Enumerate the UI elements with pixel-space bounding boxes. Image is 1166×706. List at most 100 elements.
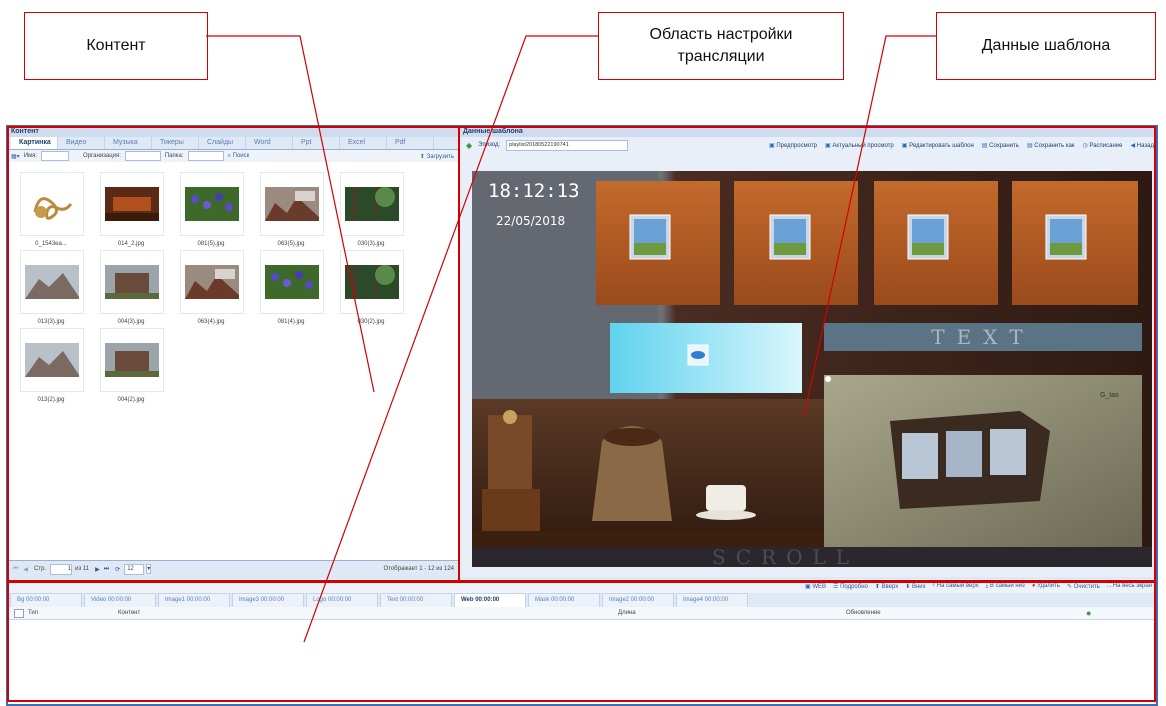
template-action-0[interactable]: ▣ Предпросмотр (769, 142, 817, 149)
text-slot[interactable]: TEXT (824, 323, 1142, 351)
thumbnail-image (100, 328, 164, 392)
select-all-checkbox[interactable] (14, 609, 24, 618)
thumbnail[interactable]: 063(5).jpg (260, 172, 324, 247)
content-tab-1[interactable]: Видео (58, 137, 105, 149)
image-slot-4[interactable] (1012, 181, 1138, 305)
per-page-select[interactable]: 12 (124, 563, 145, 575)
region-tab-0[interactable]: Bg 00:00:00 (10, 593, 82, 607)
per-page-chevron-icon[interactable]: ▾ (146, 564, 152, 574)
template-action-4[interactable]: ▤ Сохранить как (1027, 142, 1075, 149)
col-content[interactable]: Контент (118, 607, 618, 619)
video-slot[interactable] (472, 399, 824, 567)
page-of-label: из 11 (75, 566, 90, 572)
content-tab-6[interactable]: Ppt (293, 137, 340, 149)
scroll-slot[interactable]: SCROLL (472, 545, 1152, 567)
region-tab-8[interactable]: Image2 00:00:00 (602, 593, 674, 607)
thumbnail[interactable]: 081(4).jpg (260, 250, 324, 325)
app-window: Контент Картинка Видео Музыка Тикеры Слайды W… (6, 125, 1158, 706)
thumbnail[interactable]: 0_1543ea... (20, 172, 84, 247)
bottom-action-label: Подробно (840, 583, 868, 590)
org-input[interactable] (124, 151, 161, 161)
add-row-icon[interactable]: ● (1086, 607, 1091, 619)
grid-view-icon[interactable]: ▦▾ (11, 153, 20, 160)
content-tab-4[interactable]: Слайды (199, 137, 246, 149)
alias-input[interactable]: playlist20180522190741 (506, 139, 629, 151)
thumbnail[interactable]: 013(3).jpg (20, 250, 84, 325)
thumbnail[interactable]: 030(2).jpg (340, 250, 404, 325)
add-icon[interactable]: ◆ (466, 141, 472, 150)
refresh-icon[interactable]: ⟳ (115, 566, 120, 573)
content-filter-bar: ▦▾ Имя: Организация: Папка: ⌕ Поиск ⬆ За… (8, 150, 458, 162)
template-action-1[interactable]: ▣ Актуальный просмотр (825, 142, 894, 149)
bottom-action-1[interactable]: ☰ Подробно (833, 583, 868, 590)
image-slot-1[interactable] (596, 181, 720, 305)
bottom-action-icon: ☰ (833, 583, 839, 590)
bottom-action-6[interactable]: ● Удалить (1032, 583, 1060, 589)
region-tab-7[interactable]: Mask 00:00:00 (528, 593, 600, 607)
col-updated[interactable]: Обновление (846, 607, 1086, 619)
thumbnail-image (340, 250, 404, 314)
template-action-6[interactable]: ◀ Назад (1131, 142, 1155, 149)
region-tab-3[interactable]: Image3 00:00:00 (232, 593, 304, 607)
upload-button[interactable]: ⬆ Загрузить (420, 153, 458, 160)
thumbnail[interactable]: 030(3).jpg (340, 172, 404, 247)
col-type[interactable]: Тип (28, 607, 118, 619)
content-tab-8[interactable]: Pdf (387, 137, 434, 149)
thumbnail-name: 013(2).jpg (37, 397, 65, 403)
region-tab-4[interactable]: Logo 00:00:00 (306, 593, 378, 607)
content-panel: Контент Картинка Видео Музыка Тикеры Слайды W… (8, 127, 459, 577)
image-slot-3[interactable] (874, 181, 998, 305)
image-slot-large[interactable]: G_tas (824, 375, 1142, 547)
bottom-action-5[interactable]: ⤓ В самый низ (986, 583, 1025, 590)
prev-page-icon[interactable]: ◀ (23, 566, 28, 573)
action-label: Актуальный просмотр (832, 142, 894, 149)
region-tab-6[interactable]: Web 00:00:00 (454, 593, 526, 607)
bottom-action-8[interactable]: ⛶ На весь экран (1107, 583, 1152, 590)
content-tab-3[interactable]: Тикеры (152, 137, 199, 149)
template-action-5[interactable]: ◷ Расписание (1082, 142, 1122, 149)
search-button[interactable]: ⌕ Поиск (228, 153, 250, 160)
template-action-3[interactable]: ▤ Сохранить (982, 142, 1019, 149)
clock-time: 18:12:13 (488, 180, 580, 202)
image-slot-2[interactable] (734, 181, 858, 305)
clock-date: 22/05/2018 (496, 214, 565, 228)
template-action-2[interactable]: ▣ Редактировать шаблон (902, 142, 974, 149)
content-tab-5[interactable]: Word (246, 137, 293, 149)
bottom-action-4[interactable]: ⤒ На самый верх (932, 583, 978, 590)
thumbnail[interactable]: 004(2).jpg (100, 328, 164, 403)
logo-text: G_tas (1100, 392, 1119, 399)
action-label: Предпросмотр (776, 142, 818, 149)
region-tab-5[interactable]: Text 00:00:00 (380, 593, 452, 607)
page-input[interactable]: 1 (50, 563, 73, 575)
content-tab-7[interactable]: Excel (340, 137, 387, 149)
content-tab-2[interactable]: Музыка (105, 137, 152, 149)
region-tab-2[interactable]: Image1 00:00:00 (158, 593, 230, 607)
last-page-icon[interactable]: ⏭ (104, 566, 109, 573)
callout-template-data: Данные шаблона (936, 12, 1156, 80)
name-input[interactable] (41, 151, 70, 161)
bottom-action-icon: ✎ (1067, 583, 1073, 590)
next-page-icon[interactable]: ▶ (95, 566, 100, 573)
thumbnail[interactable]: 013(2).jpg (20, 328, 84, 403)
bottom-action-7[interactable]: ✎ Очистить (1067, 583, 1100, 590)
web-slot[interactable] (610, 323, 802, 393)
bottom-action-0[interactable]: ▣ WEB (805, 583, 826, 590)
thumbnail[interactable]: 014_2.jpg (100, 172, 164, 247)
thumbnail-name: 013(3).jpg (37, 319, 65, 325)
region-tab-9[interactable]: Image4 00:00:00 (676, 593, 748, 607)
col-length[interactable]: Длина (618, 607, 846, 619)
region-tab-1[interactable]: Video 00:00:00 (84, 593, 156, 607)
first-page-icon[interactable]: ⏮ (13, 566, 18, 573)
bottom-action-2[interactable]: ⬆ Вверх (875, 583, 898, 590)
thumbnail[interactable]: 063(4).jpg (180, 250, 244, 325)
pager-status: Отображает 1 - 12 из 124 (383, 566, 455, 572)
thumbnail-image (180, 250, 244, 314)
bottom-action-label: На самый верх (936, 582, 979, 589)
thumbnail[interactable]: 081(5).jpg (180, 172, 244, 247)
folder-input[interactable] (187, 151, 224, 161)
bottom-toolbar: ▣ WEB ☰ Подробно ⬆ Вверх ⬇ Вниз ⤒ На самый в… (8, 579, 1156, 593)
org-label: Организация: (83, 153, 121, 159)
thumbnail[interactable]: 004(3).jpg (100, 250, 164, 325)
bottom-action-3[interactable]: ⬇ Вниз (905, 583, 925, 590)
content-tab-0[interactable]: Картинка (11, 137, 58, 149)
